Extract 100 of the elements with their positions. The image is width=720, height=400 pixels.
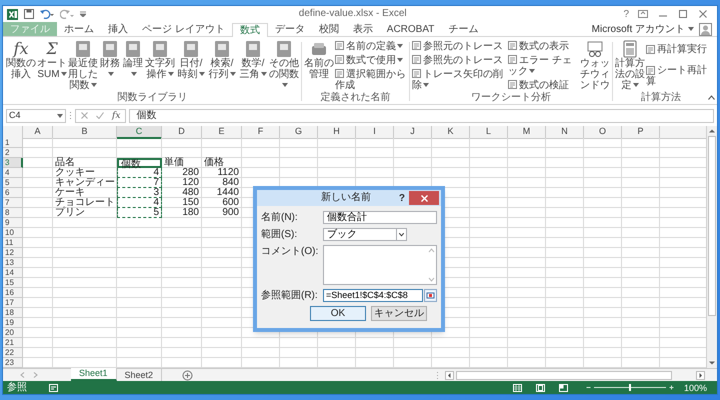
- ribbon-small-button[interactable]: トレース矢印の削除: [412, 68, 507, 90]
- ribbon-button[interactable]: 名前の管理: [304, 39, 334, 80]
- reference-field[interactable]: =Sheet1!$C$4:$C$8: [323, 289, 423, 302]
- column-header[interactable]: A: [23, 126, 53, 139]
- row-header[interactable]: 3: [3, 158, 23, 168]
- insert-function-button[interactable]: fx: [112, 110, 120, 122]
- ribbon-tab[interactable]: 数式: [232, 23, 268, 37]
- page-break-icon[interactable]: [558, 384, 568, 392]
- save-icon[interactable]: [24, 9, 34, 19]
- page-layout-icon[interactable]: [536, 384, 545, 392]
- ribbon-tab[interactable]: データ: [268, 22, 312, 36]
- dialog-button[interactable]: OK: [310, 306, 366, 321]
- collapse-dialog-icon[interactable]: [424, 289, 437, 302]
- column-header[interactable]: D: [162, 126, 202, 139]
- column-header[interactable]: L: [470, 126, 508, 139]
- ribbon-tab[interactable]: 校閲: [312, 22, 346, 36]
- ribbon-button[interactable]: 計算方法の設定: [615, 39, 645, 91]
- customize-icon[interactable]: [80, 11, 86, 17]
- row-header[interactable]: 9: [3, 218, 23, 228]
- row-header[interactable]: 20: [3, 328, 23, 338]
- ribbon-small-button[interactable]: 再計算実行: [646, 44, 707, 55]
- vertical-scrollbar[interactable]: [706, 126, 717, 368]
- column-header[interactable]: B: [53, 126, 117, 139]
- close-icon[interactable]: [698, 10, 708, 18]
- ribbon-small-button[interactable]: 数式で使用: [335, 54, 407, 66]
- dialog-button[interactable]: キャンセル: [371, 306, 427, 321]
- zoom-in-icon[interactable]: [668, 385, 674, 390]
- row-header[interactable]: 6: [3, 188, 23, 198]
- ribbon-button[interactable]: 文字列操作: [145, 39, 175, 80]
- close-button[interactable]: [409, 191, 439, 205]
- name-field[interactable]: 個数合計: [323, 211, 437, 224]
- scope-dropdown[interactable]: ブック: [323, 228, 407, 241]
- row-header[interactable]: 4: [3, 168, 23, 178]
- collapse-ribbon-icon[interactable]: [708, 95, 715, 100]
- ribbon-button[interactable]: 論理: [122, 39, 144, 80]
- row-header[interactable]: 23: [3, 358, 23, 368]
- ribbon-tab[interactable]: ホーム: [57, 22, 101, 36]
- ribbon-tab[interactable]: 表示: [346, 22, 380, 36]
- ribbon-button[interactable]: 日付/時刻: [176, 39, 206, 80]
- normal-view-icon[interactable]: [512, 384, 522, 392]
- cancel-icon[interactable]: [81, 112, 88, 119]
- ribbon-tab[interactable]: ACROBAT: [380, 22, 442, 36]
- ribbon-small-button[interactable]: 数式の表示: [508, 40, 579, 52]
- check-icon[interactable]: [96, 112, 104, 119]
- ribbon-button[interactable]: ウォッチウィンドウ: [580, 39, 610, 91]
- add-sheet-icon[interactable]: [182, 370, 194, 380]
- row-header[interactable]: 11: [3, 238, 23, 248]
- column-header[interactable]: I: [356, 126, 394, 139]
- column-header[interactable]: G: [280, 126, 318, 139]
- zoom-out-icon[interactable]: [586, 385, 591, 390]
- column-header[interactable]: M: [508, 126, 546, 139]
- column-header[interactable]: O: [584, 126, 622, 139]
- ribbon-button[interactable]: 財務: [99, 39, 121, 80]
- row-header[interactable]: 1: [3, 138, 23, 148]
- scroll-right-icon[interactable]: [696, 370, 705, 380]
- row-header[interactable]: 2: [3, 148, 23, 158]
- row-header[interactable]: 10: [3, 228, 23, 238]
- row-header[interactable]: 16: [3, 288, 23, 298]
- row-header[interactable]: 17: [3, 298, 23, 308]
- ribbon-small-button[interactable]: エラー チェック: [508, 54, 579, 76]
- zoom-thumb[interactable]: [628, 384, 631, 391]
- row-header[interactable]: 21: [3, 338, 23, 348]
- help-button[interactable]: ?: [394, 190, 409, 206]
- ribbon-button[interactable]: Σ オートSUM: [37, 39, 67, 80]
- ribbon-small-button[interactable]: 参照先のトレース: [412, 54, 507, 66]
- ribbon-tab[interactable]: チーム: [441, 22, 486, 36]
- row-header[interactable]: 14: [3, 268, 23, 278]
- ribbon-small-button[interactable]: 選択範囲から作成: [335, 68, 407, 90]
- ribbon-small-button[interactable]: 数式の検証: [508, 80, 579, 90]
- account-button[interactable]: Microsoft アカウント: [592, 22, 694, 36]
- avatar-icon[interactable]: [699, 22, 712, 36]
- zoom-slider[interactable]: [594, 384, 666, 391]
- ribbon-small-button[interactable]: 名前の定義: [335, 40, 407, 52]
- row-header[interactable]: 12: [3, 248, 23, 258]
- ribbon-tab[interactable]: 挿入: [101, 22, 135, 36]
- row-header[interactable]: 15: [3, 278, 23, 288]
- ribbon-button[interactable]: fx 関数の挿入: [6, 39, 36, 80]
- row-header[interactable]: 8: [3, 208, 23, 218]
- column-header[interactable]: P: [622, 126, 660, 139]
- ribbon-small-button[interactable]: シート再計算: [646, 65, 707, 87]
- maximize-icon[interactable]: [678, 10, 688, 18]
- row-header[interactable]: 5: [3, 178, 23, 188]
- ribbon-display-icon[interactable]: [638, 10, 648, 18]
- column-header[interactable]: J: [394, 126, 432, 139]
- formula-input[interactable]: 個数: [129, 108, 714, 122]
- row-header[interactable]: 19: [3, 318, 23, 328]
- redo-icon[interactable]: [60, 9, 74, 19]
- column-header[interactable]: C: [117, 126, 162, 139]
- column-header[interactable]: E: [202, 126, 242, 139]
- column-header[interactable]: F: [242, 126, 280, 139]
- ribbon-button[interactable]: 最近使用した関数: [68, 39, 98, 91]
- row-header[interactable]: 7: [3, 198, 23, 208]
- help-button[interactable]: ?: [619, 6, 633, 22]
- undo-icon[interactable]: [40, 9, 54, 19]
- ribbon-button[interactable]: 検索/行列: [207, 39, 237, 80]
- ribbon-small-button[interactable]: 参照元のトレース: [412, 40, 507, 52]
- horizontal-scrollbar[interactable]: [445, 369, 705, 381]
- column-header[interactable]: H: [318, 126, 356, 139]
- ribbon-button[interactable]: 数学/三角: [238, 39, 268, 80]
- scroll-left-icon[interactable]: [445, 370, 454, 380]
